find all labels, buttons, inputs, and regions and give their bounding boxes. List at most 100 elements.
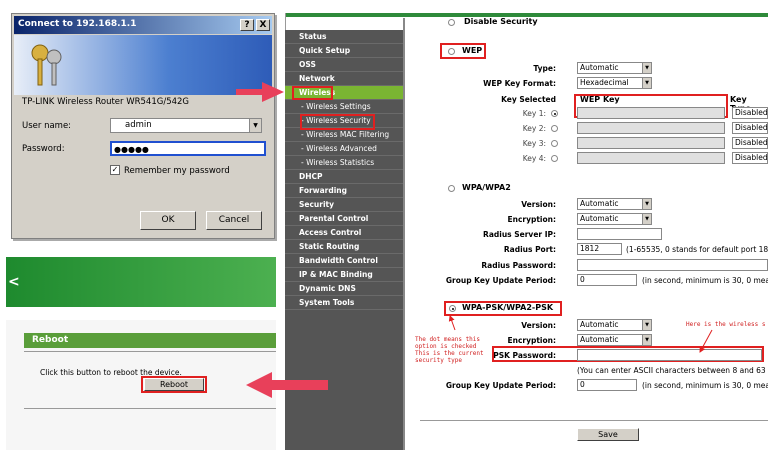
nav-oss[interactable]: OSS — [285, 58, 403, 72]
wep-radio[interactable] — [448, 48, 455, 55]
psk-label: WPA-PSK/WPA2-PSK — [462, 303, 554, 312]
psk-version-value: Automatic — [580, 320, 619, 329]
wpa-label: WPA/WPA2 — [462, 183, 511, 192]
security-highlight — [300, 114, 375, 130]
key1-radio[interactable] — [551, 110, 558, 117]
key1-label: Key 1: — [522, 109, 546, 118]
nav-security[interactable]: Security — [285, 198, 403, 212]
nav-network[interactable]: Network — [285, 72, 403, 86]
nav-status[interactable]: Status — [285, 30, 403, 44]
close-button[interactable]: X — [256, 19, 270, 31]
key1-type-select[interactable]: Disabled — [732, 107, 768, 119]
nav-access-control[interactable]: Access Control — [285, 226, 403, 240]
nav-dhcp[interactable]: DHCP — [285, 170, 403, 184]
wpa-group-key-hint: (in second, minimum is 30, 0 means — [642, 276, 768, 285]
username-value: admin — [125, 120, 152, 130]
nav-wireless-mac-filtering[interactable]: - Wireless MAC Filtering — [285, 128, 403, 142]
psk-password-input[interactable] — [577, 349, 762, 361]
ok-button[interactable]: OK — [140, 211, 196, 230]
keys-icon — [31, 44, 62, 86]
psk-hint: (You can enter ASCII characters between … — [577, 366, 768, 375]
chevron-down-icon: ▼ — [642, 335, 651, 345]
psk-radio[interactable] — [449, 305, 456, 312]
chevron-down-icon: ▼ — [642, 199, 651, 209]
nav-bandwidth-control[interactable]: Bandwidth Control — [285, 254, 403, 268]
nav-parental-control[interactable]: Parental Control — [285, 212, 403, 226]
psk-encryption-select[interactable]: Automatic ▼ — [577, 334, 652, 346]
chevron-down-icon: ▼ — [642, 78, 651, 88]
wpa-encryption-select[interactable]: Automatic ▼ — [577, 213, 652, 225]
router-header-bar: < — [6, 257, 276, 307]
dialog-title: Connect to 192.168.1.1 — [18, 19, 137, 29]
save-button[interactable]: Save — [577, 428, 639, 441]
nav-ip-mac-binding[interactable]: IP & MAC Binding — [285, 268, 403, 282]
realm-text: TP-LINK Wireless Router WR541G/542G — [22, 97, 190, 107]
reboot-heading: Reboot — [32, 335, 69, 345]
chevron-down-icon[interactable]: ▼ — [249, 119, 261, 132]
wireless-annotation: Here is the wireless s — [686, 321, 766, 328]
dot-annotation: The dot means this option is checked Thi… — [415, 336, 484, 364]
key2-label: Key 2: — [522, 124, 546, 133]
radius-password-label: Radius Password: — [481, 261, 556, 270]
key3-input[interactable] — [577, 137, 725, 149]
key4-type-select[interactable]: Disabled — [732, 152, 768, 164]
cancel-button[interactable]: Cancel — [206, 211, 262, 230]
disable-security-radio[interactable] — [448, 19, 455, 26]
wpa-version-label: Version: — [521, 200, 556, 209]
wpa-version-select[interactable]: Automatic ▼ — [577, 198, 652, 210]
dialog-titlebar: Connect to 192.168.1.1 ? X — [14, 16, 272, 34]
key4-radio[interactable] — [551, 155, 558, 162]
psk-group-key-hint: (in second, minimum is 30, 0 means — [642, 381, 768, 390]
radius-port-label: Radius Port: — [503, 245, 556, 254]
nav-system-tools[interactable]: System Tools — [285, 296, 403, 310]
nav-quick-setup[interactable]: Quick Setup — [285, 44, 403, 58]
key2-type-select[interactable]: Disabled — [732, 122, 768, 134]
key2-radio[interactable] — [551, 125, 558, 132]
nav-dynamic-dns[interactable]: Dynamic DNS — [285, 282, 403, 296]
remember-label: Remember my password — [124, 166, 230, 176]
wpa-group-key-input[interactable]: 0 — [577, 274, 637, 286]
nav-wireless-settings[interactable]: - Wireless Settings — [285, 100, 403, 114]
wpa-radio[interactable] — [448, 185, 455, 192]
type-label: Type: — [533, 64, 556, 73]
key4-input[interactable] — [577, 152, 725, 164]
wpa-version-value: Automatic — [580, 199, 619, 208]
nav-wireless-advanced[interactable]: - Wireless Advanced — [285, 142, 403, 156]
radius-ip-label: Radius Server IP: — [483, 230, 556, 239]
psk-encryption-value: Automatic — [580, 335, 619, 344]
psk-group-key-label: Group Key Update Period: — [445, 381, 556, 390]
radius-password-input[interactable] — [577, 259, 768, 271]
reboot-highlight — [141, 376, 207, 393]
key-selected-label: Key Selected — [501, 95, 556, 104]
psk-group-key-input[interactable]: 0 — [577, 379, 637, 391]
key3-type-select[interactable]: Disabled — [732, 137, 768, 149]
nav-wireless-statistics[interactable]: - Wireless Statistics — [285, 156, 403, 170]
password-field[interactable]: ●●●●● — [110, 141, 266, 156]
login-dialog: Connect to 192.168.1.1 ? X TP-LINK Wirel… — [11, 13, 275, 239]
chevron-down-icon: ▼ — [642, 320, 651, 330]
wpa-encryption-label: Encryption: — [507, 215, 556, 224]
wep-format-label: WEP Key Format: — [483, 79, 556, 88]
key3-radio[interactable] — [551, 140, 558, 147]
radius-port-hint: (1-65535, 0 stands for default port 1812… — [626, 245, 768, 254]
chevron-down-icon: ▼ — [642, 214, 651, 224]
wep-format-select[interactable]: Hexadecimal ▼ — [577, 77, 652, 89]
wep-format-value: Hexadecimal — [580, 78, 629, 87]
radius-ip-input[interactable] — [577, 228, 662, 240]
nav-static-routing[interactable]: Static Routing — [285, 240, 403, 254]
wpa-group-key-label: Group Key Update Period: — [445, 276, 556, 285]
wireless-highlight — [292, 86, 333, 100]
key4-label: Key 4: — [522, 154, 546, 163]
radius-port-input[interactable]: 1812 — [577, 243, 622, 255]
username-field[interactable]: admin ▼ — [110, 118, 262, 133]
nav-forwarding[interactable]: Forwarding — [285, 184, 403, 198]
type-select[interactable]: Automatic ▼ — [577, 62, 652, 74]
chevron-down-icon: ▼ — [642, 63, 651, 73]
password-label: Password: — [22, 144, 65, 154]
reboot-panel: Reboot Click this button to reboot the d… — [6, 320, 276, 450]
remember-checkbox[interactable]: ✓ — [110, 165, 120, 175]
key2-input[interactable] — [577, 122, 725, 134]
key1-input[interactable] — [577, 107, 725, 119]
psk-version-select[interactable]: Automatic ▼ — [577, 319, 652, 331]
help-button[interactable]: ? — [240, 19, 254, 31]
